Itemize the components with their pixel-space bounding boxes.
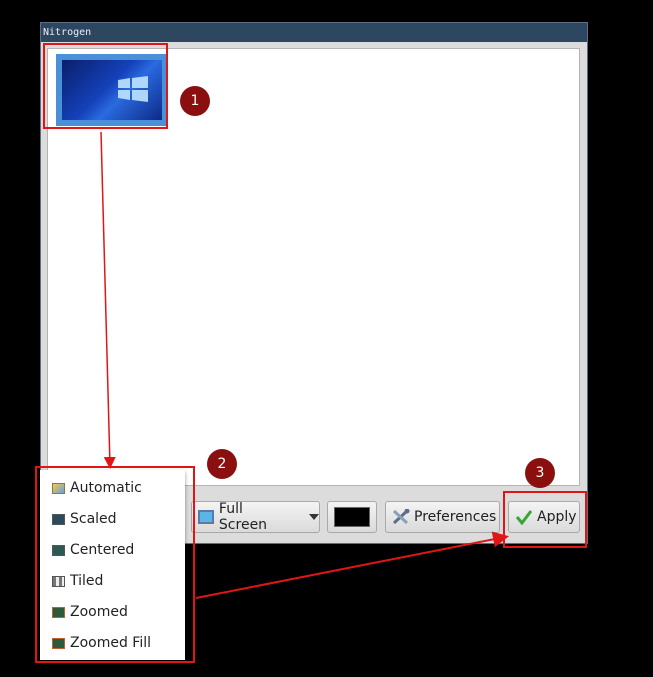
annotation-arrows bbox=[100, 131, 509, 599]
arrow-menu-to-apply bbox=[195, 531, 509, 599]
arrow-thumbnail-to-menu bbox=[100, 131, 116, 469]
